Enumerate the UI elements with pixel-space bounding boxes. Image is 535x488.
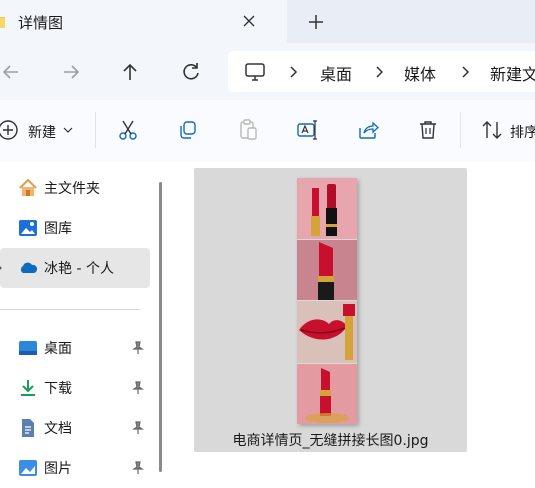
document-icon [22,419,34,437]
tab-detail-images[interactable]: 详情图 [0,0,287,43]
file-tile[interactable]: 电商详情页_无缝拼接长图0.jpg [194,168,467,452]
sidebar-item-pictures[interactable]: 图片 [0,448,150,488]
file-name: 电商详情页_无缝拼接长图0.jpg [232,433,429,449]
new-tab-icon[interactable] [305,11,327,33]
back-arrow-icon[interactable] [0,59,24,85]
address-bar[interactable]: 桌面 媒体 新建文 [228,51,535,92]
divider [460,112,461,148]
chevron-right-icon[interactable] [458,63,472,81]
delete-trash-icon[interactable] [416,118,440,142]
download-icon [21,380,35,396]
copy-icon[interactable] [176,118,200,142]
sidebar-divider [0,309,140,310]
gallery-icon [19,220,37,236]
onedrive-cloud-icon [20,262,38,273]
sidebar-scrollbar[interactable] [159,182,162,472]
paste-icon[interactable] [236,118,260,142]
share-icon[interactable] [356,118,380,142]
chevron-down-icon[interactable] [62,118,74,142]
rename-icon[interactable] [296,118,320,142]
chevron-right-icon[interactable] [372,63,386,81]
sidebar-item-documents[interactable]: 文档 [0,408,150,448]
sidebar-item-gallery[interactable]: 图库 [0,208,150,248]
this-pc-icon[interactable] [244,61,266,83]
new-plus-circle-icon[interactable] [0,118,20,142]
sidebar-item-downloads[interactable]: 下载 [0,368,150,408]
pictures-icon [19,460,37,476]
tab-title: 详情图 [18,14,64,32]
chevron-right-icon[interactable] [0,261,4,275]
desktop-icon [19,341,37,355]
sidebar-item-home[interactable]: 主文件夹 [0,168,150,208]
navigation-pane: 主文件夹 图库 冰艳 - 个人 桌面 下载 文档 图片 [0,162,172,477]
breadcrumb-new-folder[interactable]: 新建文 [490,61,535,85]
cut-icon[interactable] [116,118,140,142]
home-icon [19,178,37,196]
navigation-bar: 桌面 媒体 新建文 [0,43,535,100]
refresh-icon[interactable] [178,59,204,85]
sidebar-item-onedrive-personal[interactable]: 冰艳 - 个人 [0,248,150,288]
image-thumbnail [297,178,357,424]
forward-arrow-icon[interactable] [58,59,84,85]
sort-button-label[interactable]: 排序 [510,122,535,142]
tab-strip: 详情图 [0,0,535,43]
up-arrow-icon[interactable] [117,59,143,85]
file-list-view: 电商详情页_无缝拼接长图0.jpg [172,162,535,472]
sidebar-item-desktop[interactable]: 桌面 [0,328,150,368]
close-icon[interactable] [240,12,258,30]
new-button-label[interactable]: 新建 [28,122,56,142]
folder-icon [0,17,5,28]
breadcrumb-desktop[interactable]: 桌面 [320,61,352,85]
chevron-right-icon[interactable] [286,63,300,81]
breadcrumb-media[interactable]: 媒体 [404,61,436,85]
pin-icon[interactable] [131,421,145,435]
command-bar: 新建 排序 [0,100,535,163]
pin-icon[interactable] [131,381,145,395]
divider [95,112,96,148]
pin-icon[interactable] [131,461,145,475]
pin-icon[interactable] [131,341,145,355]
sort-icon[interactable] [480,118,504,142]
